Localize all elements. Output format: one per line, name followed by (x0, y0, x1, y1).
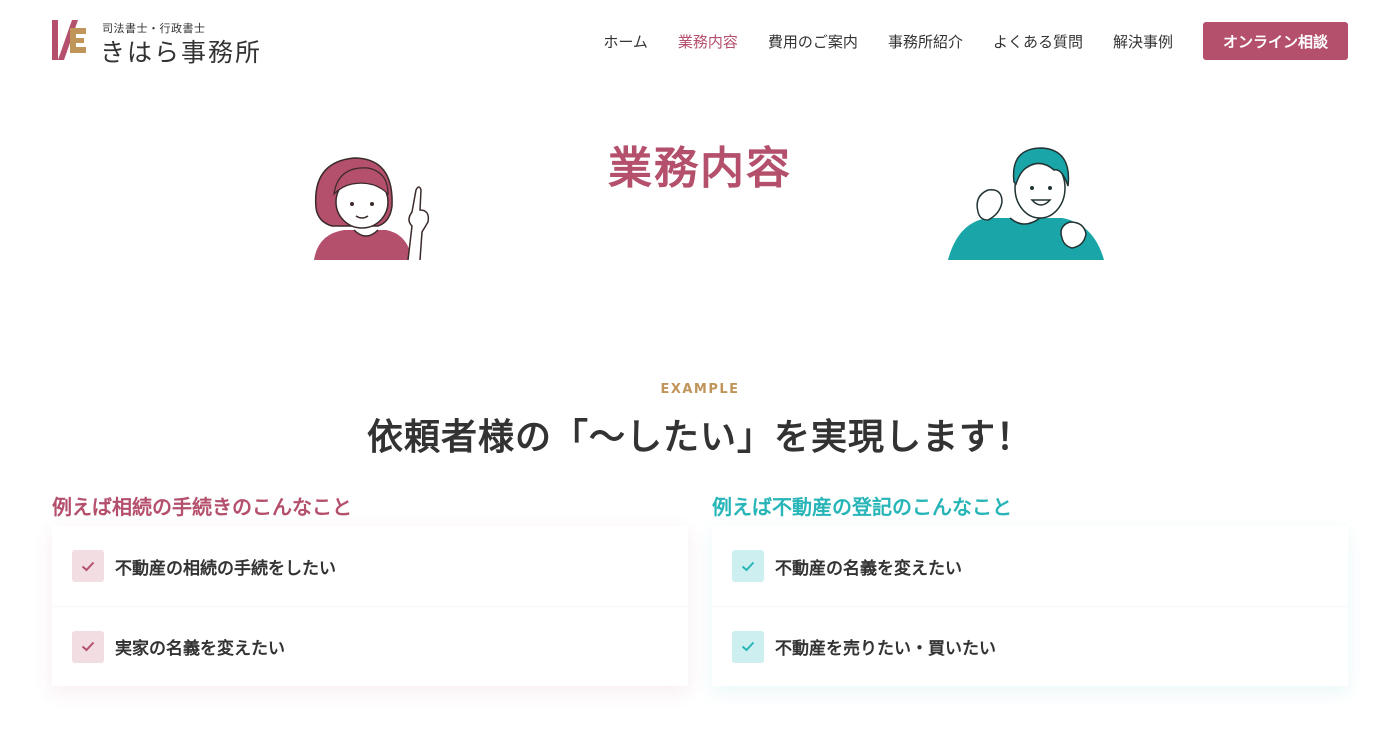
site-logo[interactable]: 司法書士・行政書士 きはら事務所 (52, 20, 272, 67)
check-icon (732, 630, 764, 663)
section-title: 依頼者様の「〜したい」を実現します！ (366, 417, 1033, 458)
nav-item-services[interactable]: 業務内容 (678, 31, 738, 52)
list-item: 実家の名義を変えたい (52, 606, 688, 686)
nav-item-cases[interactable]: 解決事例 (1113, 31, 1173, 52)
site-header: 司法書士・行政書士 きはら事務所 ホーム 業務内容 費用のご案内 事務所紹介 よ… (0, 0, 1400, 84)
online-consultation-button[interactable]: オンライン相談 (1202, 22, 1348, 60)
check-icon (732, 550, 764, 582)
list-item: 不動産の名義を変えたい (712, 526, 1348, 606)
list-item-text: 不動産の相続の手続をしたい (115, 558, 336, 579)
nav-item-home[interactable]: ホーム (603, 31, 648, 52)
nav-item-office[interactable]: 事務所紹介 (888, 31, 963, 52)
section-eyebrow: EXAMPLE (660, 382, 740, 397)
check-icon (72, 550, 104, 582)
check-icon (72, 630, 104, 663)
list-item-text: 不動産を売りたい・買いたい (775, 639, 996, 659)
man-cheering-illustration (948, 147, 1104, 260)
logo-name: きはら事務所 (100, 38, 263, 67)
list-item-text: 不動産の名義を変えたい (775, 558, 962, 579)
list-item: 不動産を売りたい・買いたい (712, 606, 1348, 686)
page-title: 業務内容 (608, 143, 792, 194)
real-estate-examples: 例えば不動産の登記のこんなこと 不動産の名義を変えたい 不動産を売りたい・買いた… (712, 492, 1348, 686)
woman-pointing-illustration (314, 157, 430, 260)
list-item: 不動産の相続の手続をしたい (52, 526, 688, 606)
real-estate-card: 不動産の名義を変えたい 不動産を売りたい・買いたい (712, 526, 1348, 686)
main-nav: ホーム 業務内容 費用のご案内 事務所紹介 よくある質問 解決事例 オンライン相… (573, 22, 1348, 60)
inheritance-heading: 例えば相続の手続きのこんなこと (52, 495, 352, 519)
inheritance-card: 不動産の相続の手続をしたい 実家の名義を変えたい (52, 526, 688, 686)
nav-item-faq[interactable]: よくある質問 (993, 31, 1083, 52)
real-estate-heading: 例えば不動産の登記のこんなこと (712, 495, 1012, 519)
nav-item-fees[interactable]: 費用のご案内 (768, 31, 858, 52)
list-item-text: 実家の名義を変えたい (115, 639, 285, 659)
logo-mark-icon (52, 20, 86, 60)
inheritance-examples: 例えば相続の手続きのこんなこと 不動産の相続の手続をしたい 実家の名義を変えたい (52, 492, 688, 686)
